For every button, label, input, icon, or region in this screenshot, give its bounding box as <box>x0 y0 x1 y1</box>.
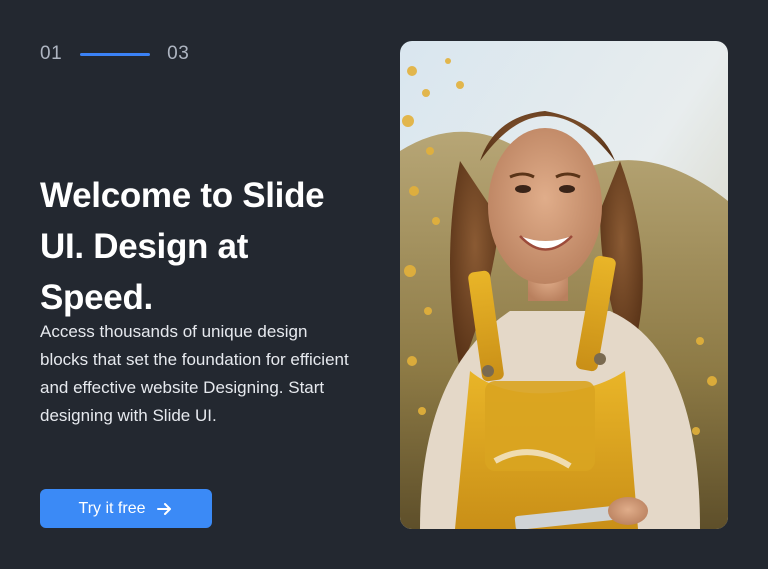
current-step-number: 01 <box>40 43 63 64</box>
try-it-free-button[interactable]: Try it free <box>40 489 212 528</box>
hero-description: Access thousands of unique design blocks… <box>40 322 349 425</box>
hero-title: Welcome to Slide UI. Design at Speed. <box>40 176 325 317</box>
progress-bar <box>80 52 151 56</box>
slide-progress-indicator: 01 03 <box>40 42 189 66</box>
hero-photo <box>400 41 728 529</box>
try-it-free-label: Try it free <box>78 499 146 517</box>
arrow-right-icon <box>157 502 172 515</box>
onboarding-slide-card: 01 03 Welcome to Slide UI. Design at Spe… <box>0 0 768 569</box>
smiling-woman-illustration <box>400 41 728 529</box>
total-steps-number: 03 <box>167 43 190 64</box>
